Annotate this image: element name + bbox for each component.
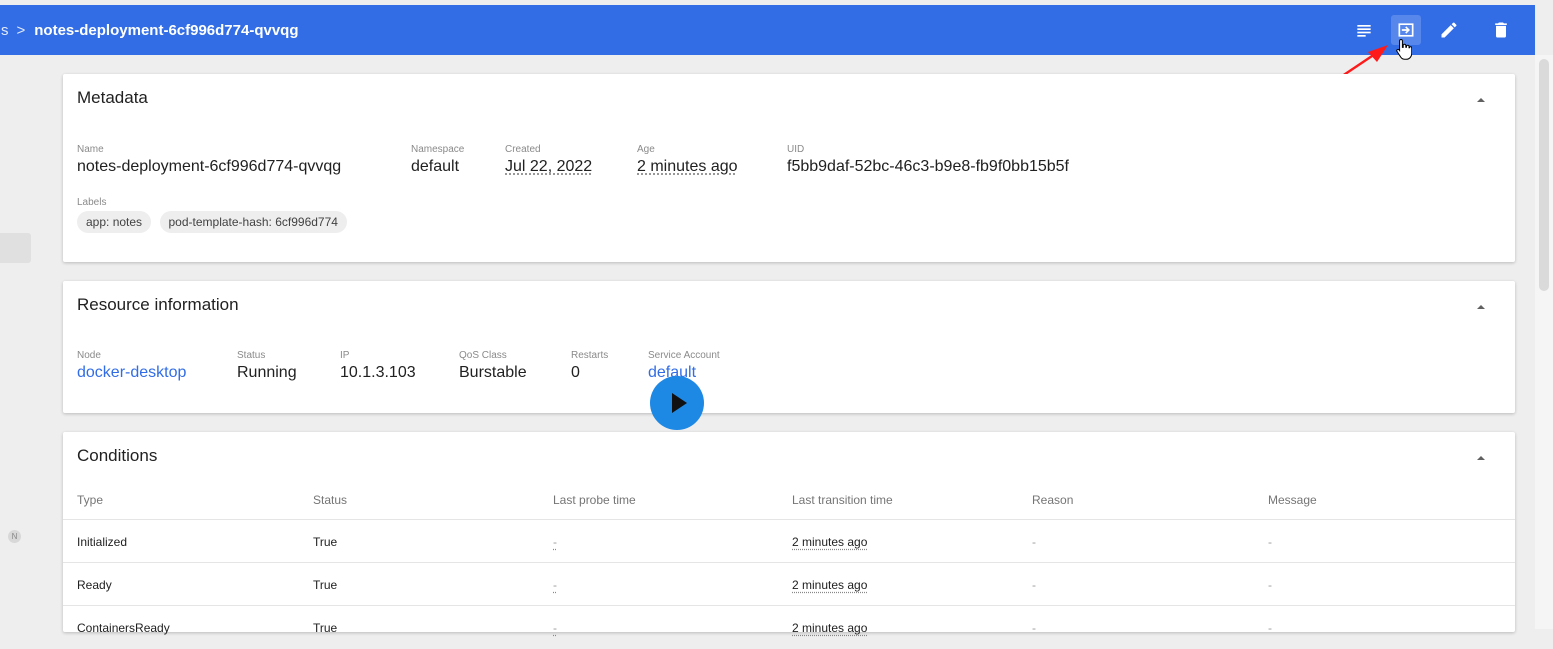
cell-type: Ready: [77, 578, 112, 592]
field-label: Age: [637, 144, 655, 155]
cell-reason: -: [1032, 578, 1036, 592]
resource-info-title: Resource information: [77, 295, 239, 314]
cell-message: -: [1268, 578, 1272, 592]
breadcrumb-current: notes-deployment-6cf996d774-qvvqg: [34, 21, 299, 39]
sidebar-namespace-badge: N: [8, 530, 21, 543]
resource-info-card: Resource information Node docker-desktop…: [63, 281, 1515, 413]
conditions-card: Conditions Type Status Last probe time L…: [63, 432, 1515, 635]
cell-last-transition-time: 2 minutes ago: [792, 621, 868, 635]
column-header-message: Message: [1268, 493, 1317, 507]
field-qos: QoS Class Burstable: [459, 350, 527, 382]
label-chip: app: notes: [77, 211, 152, 233]
logs-icon: [1357, 25, 1371, 37]
scrollbar[interactable]: [1535, 55, 1553, 629]
field-value: 0: [571, 364, 580, 381]
cell-last-transition-time: 2 minutes ago: [792, 535, 868, 549]
field-uid: UID f5bb9daf-52bc-46c3-b9e8-fb9f0bb15b5f: [787, 144, 1069, 176]
field-status: Status Running: [237, 350, 297, 382]
field-node: Node docker-desktop: [77, 350, 186, 382]
field-name: Name notes-deployment-6cf996d774-qvvqg: [77, 144, 341, 176]
cell-status: True: [313, 578, 338, 592]
hand-cursor-icon: [1396, 38, 1412, 60]
field-label: Namespace: [411, 144, 465, 155]
table-row: ContainersReady True - 2 minutes ago - -: [63, 605, 1515, 649]
cell-type: ContainersReady: [77, 621, 170, 635]
collapse-conditions-button[interactable]: [1477, 456, 1485, 460]
breadcrumb-prev[interactable]: s: [1, 22, 9, 39]
exec-icon: [1398, 23, 1414, 37]
delete-icon: [1495, 22, 1507, 38]
table-row: Ready True - 2 minutes ago - -: [63, 562, 1515, 606]
field-created: Created Jul 22, 2022: [505, 144, 592, 176]
conditions-title: Conditions: [77, 446, 158, 465]
node-link[interactable]: docker-desktop: [77, 364, 186, 382]
edit-icon: [1441, 22, 1457, 38]
field-age: Age 2 minutes ago: [637, 144, 738, 176]
cell-type: Initialized: [77, 535, 128, 549]
field-label: Node: [77, 350, 101, 361]
field-restarts: Restarts 0: [571, 350, 608, 382]
field-label: Labels: [77, 197, 107, 208]
collapse-metadata-button[interactable]: [1477, 98, 1485, 102]
breadcrumb: s > notes-deployment-6cf996d774-qvvqg: [0, 22, 299, 39]
field-value: 10.1.3.103: [340, 364, 416, 381]
field-value: notes-deployment-6cf996d774-qvvqg: [77, 158, 342, 175]
column-header-last-probe-time: Last probe time: [553, 493, 636, 507]
collapse-resource-button[interactable]: [1477, 305, 1485, 309]
scrollbar-thumb[interactable]: [1539, 59, 1549, 291]
field-label: Restarts: [571, 350, 609, 361]
field-label: Service Account: [648, 350, 720, 361]
cell-status: True: [313, 535, 338, 549]
breadcrumb-separator: >: [16, 21, 26, 39]
field-namespace: Namespace default: [411, 144, 464, 176]
cell-reason: -: [1032, 535, 1036, 549]
cell-message: -: [1268, 535, 1272, 549]
column-header-type: Type: [77, 493, 104, 507]
metadata-card: Metadata Name notes-deployment-6cf996d77…: [63, 74, 1515, 262]
cell-status: True: [313, 621, 338, 635]
field-label: QoS Class: [459, 350, 507, 361]
logs-button[interactable]: [1352, 18, 1376, 42]
field-ip: IP 10.1.3.103: [340, 350, 416, 382]
table-row: Initialized True - 2 minutes ago - -: [63, 519, 1515, 563]
edit-button[interactable]: [1437, 18, 1461, 42]
field-value: Burstable: [459, 364, 527, 381]
cell-last-transition-time: 2 minutes ago: [792, 578, 868, 592]
field-label: Created: [505, 144, 541, 155]
field-label: Status: [237, 350, 266, 361]
delete-button[interactable]: [1489, 18, 1513, 42]
column-header-status: Status: [313, 493, 348, 507]
field-label: Name: [77, 144, 104, 155]
field-value: Running: [237, 364, 297, 381]
column-header-reason: Reason: [1032, 493, 1074, 507]
field-value: default: [411, 158, 460, 175]
field-value: Jul 22, 2022: [505, 158, 593, 175]
label-chip: pod-template-hash: 6cf996d774: [159, 211, 347, 233]
cell-last-probe-time: -: [553, 621, 557, 635]
cell-reason: -: [1032, 621, 1036, 635]
field-label: UID: [787, 144, 805, 155]
field-value: f5bb9daf-52bc-46c3-b9e8-fb9f0bb15b5f: [787, 158, 1069, 175]
cell-last-probe-time: -: [553, 535, 557, 549]
field-labels: Labels app: notes pod-template-hash: 6cf…: [77, 197, 351, 233]
sidebar-selected-item[interactable]: [0, 233, 31, 263]
cell-message: -: [1268, 621, 1272, 635]
metadata-title: Metadata: [77, 88, 148, 107]
column-header-last-transition-time: Last transition time: [792, 493, 893, 507]
field-value: 2 minutes ago: [637, 158, 738, 175]
cell-last-probe-time: -: [553, 578, 557, 592]
video-play-button[interactable]: [650, 376, 704, 430]
field-label: IP: [340, 350, 350, 361]
sidebar: N: [0, 55, 40, 629]
